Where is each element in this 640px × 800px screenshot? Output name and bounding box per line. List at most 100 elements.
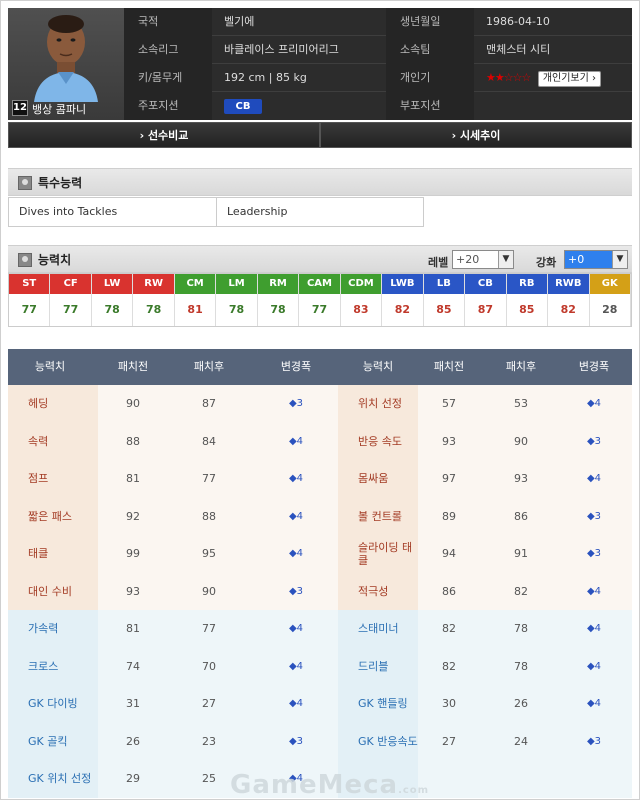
stat-delta: ◆4 [288,660,304,672]
stat-after: 86 [514,509,528,523]
stat-after: 95 [202,547,216,561]
position-rating-cb: CB 87 [465,274,507,326]
stat-name: 몸싸움 [338,460,418,498]
stat-after: 90 [514,434,528,448]
player-portrait-image [34,15,98,102]
position-rating-st: ST 77 [9,274,51,326]
stat-delta: ◆3 [586,435,602,447]
compare-players-button[interactable]: › 선수비교 [8,122,320,148]
nationality-label: 국적 [124,8,212,36]
main-position-label: 주포지션 [124,92,212,120]
position-rating-grid: ST 77 CF 77 LW 78 RW 78 CM 81 LM 78 RM 78 CAM 77 CDM 83 LW… [8,273,632,327]
enhance-select[interactable]: +0 ▼ [564,250,628,269]
position-rating-value: 28 [602,303,618,316]
position-label: LB [423,274,465,294]
table-row: 속력 88 84 ◆4 반응 속도 93 90 ◆3 [8,422,632,460]
chevron-down-icon[interactable]: ▼ [498,251,513,268]
stat-name: 스태미너 [338,610,418,648]
stat-before: 81 [126,472,140,486]
personal-skill-button[interactable]: 개인기보기 › [537,71,602,87]
stat-before: 93 [126,584,140,598]
stat-name: 드리블 [338,647,418,685]
stat-before: 26 [126,734,140,748]
stat-before: 89 [442,509,456,523]
stat-before: 97 [442,472,456,486]
stat-delta: ◆4 [288,623,304,635]
height-weight-label: 키/몸무게 [124,64,212,92]
special-ability-list: Dives into Tackles Leadership [8,197,424,227]
col-header-before: 패치전 [433,360,465,373]
table-row: 크로스 74 70 ◆4 드리블 82 78 ◆4 [8,647,632,685]
chevron-down-icon[interactable]: ▼ [612,251,627,268]
stat-delta: ◆3 [288,735,304,747]
stat-name: 짧은 패스 [8,497,98,535]
position-label: CDM [340,274,382,294]
ability-header: 능력치 레벨 +20 ▼ 강화 +0 ▼ [8,245,632,273]
stat-delta: ◆4 [586,473,602,485]
position-rating-lwb: LWB 82 [382,274,424,326]
watermark-text: GameMeca [230,770,399,800]
player-card: 12 뱅상 콤파니 국적 벨기에 생년월일 1986-04-10 소속리그 바클… [8,8,632,120]
table-row: 헤딩 90 87 ◆3 위치 선정 57 53 ◆4 [8,385,632,423]
stat-after: 93 [514,472,528,486]
stat-before: 82 [442,622,456,636]
table-row: 대인 수비 93 90 ◆3 적극성 86 82 ◆4 [8,572,632,610]
stat-after: 82 [514,584,528,598]
stat-before: 86 [442,584,456,598]
position-rating-lw: LW 78 [91,274,134,326]
position-rating-value: 78 [228,303,245,316]
position-rating-lm: LM 78 [216,274,258,326]
stats-table-header: 능력치 패치전 패치후 변경폭 능력치 패치전 패치후 변경폭 [8,349,632,385]
price-trend-button[interactable]: › 시세추이 [320,122,632,148]
position-label: GK [589,274,630,294]
stat-after: 27 [202,697,216,711]
col-header-after: 패치후 [505,360,537,373]
col-header-stat: 능력치 [34,360,66,373]
position-rating-rb: RB 85 [506,274,549,326]
special-ability-title: 특수능력 [38,176,83,190]
position-rating-value: 77 [311,303,328,316]
position-rating-cf: CF 77 [50,274,92,326]
stat-name: 반응 속도 [338,422,418,460]
stat-name: GK 핸들링 [338,685,418,723]
stat-name: 헤딩 [8,385,98,423]
stat-delta: ◆4 [586,623,602,635]
stat-before: 93 [442,434,456,448]
stat-after: 91 [514,547,528,561]
gamemeca-watermark: GameMeca.com [230,770,429,800]
stat-before: 74 [126,659,140,673]
level-select[interactable]: +20 ▼ [452,250,514,269]
stat-delta: ◆4 [586,698,602,710]
info-row-nationality: 국적 벨기에 생년월일 1986-04-10 [124,8,632,36]
position-rating-cdm: CDM 83 [340,274,383,326]
stat-before: 29 [126,772,140,786]
league-label: 소속리그 [124,36,212,64]
position-label: RB [506,274,548,294]
position-label: RW [133,274,174,294]
stat-delta: ◆3 [288,585,304,597]
position-rating-value: 83 [353,303,369,316]
team-value: 맨체스터 시티 [486,43,551,56]
stat-delta: ◆4 [288,473,304,485]
league-value: 바클레이스 프리미어리그 [224,43,339,56]
stat-after: 24 [514,734,528,748]
birthdate-value: 1986-04-10 [486,15,550,28]
stat-after: 90 [202,584,216,598]
jersey-number-badge: 12 [12,100,28,116]
position-rating-cm: CM 81 [174,274,217,326]
level-label: 레벨 [428,256,449,269]
action-bar: › 선수비교 › 시세추이 [8,122,632,148]
stat-name: 대인 수비 [8,572,98,610]
stat-before: 57 [442,397,456,411]
stat-before: 99 [126,547,140,561]
stat-before: 82 [442,659,456,673]
stat-delta: ◆4 [586,660,602,672]
position-rating-value: 85 [519,303,535,316]
stat-after [486,760,556,798]
col-header-delta: 변경폭 [280,360,312,373]
stat-after: 77 [202,472,216,486]
position-label: ST [9,274,50,294]
stat-delta: ◆3 [288,398,304,410]
position-rating-lb: LB 85 [423,274,466,326]
position-rating-rwb: RWB 82 [548,274,590,326]
